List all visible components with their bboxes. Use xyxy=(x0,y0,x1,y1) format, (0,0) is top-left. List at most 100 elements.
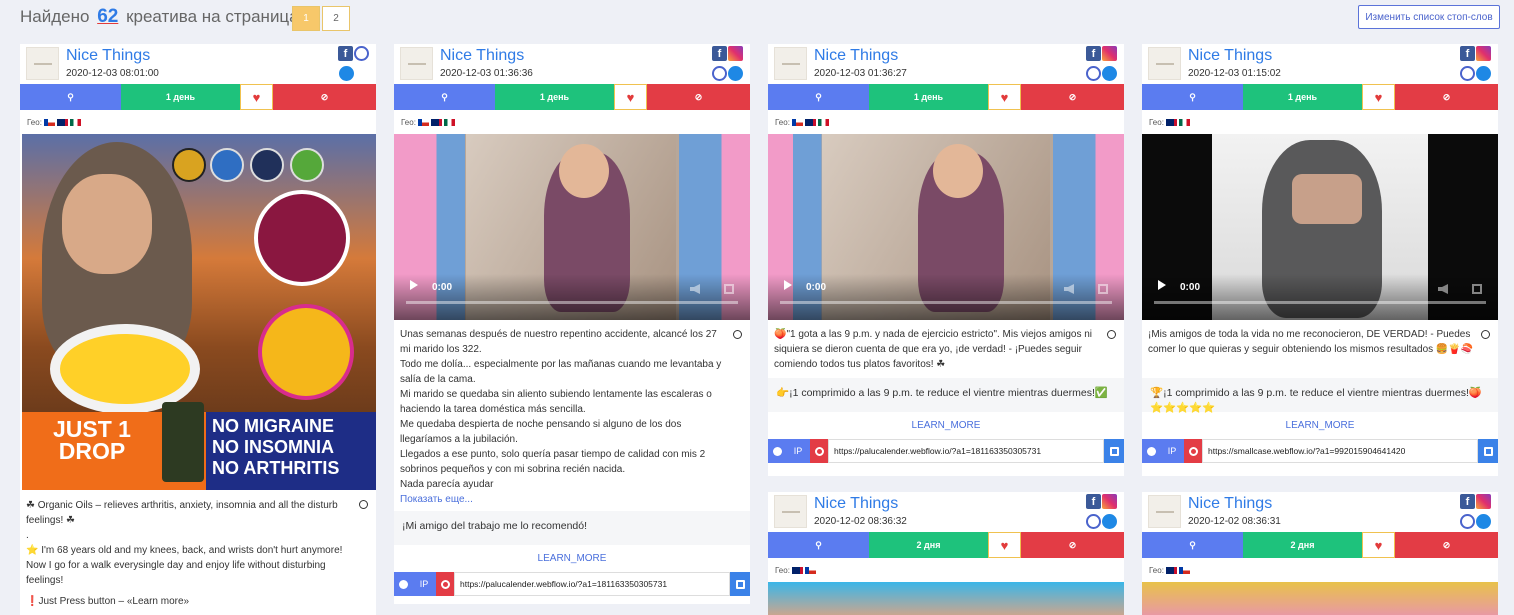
block-domain-button[interactable] xyxy=(436,572,454,596)
open-link-button[interactable] xyxy=(730,572,750,596)
australia-flag-icon xyxy=(430,118,442,126)
page-button-1[interactable]: 1 xyxy=(292,6,320,31)
block-icon: ⊘ xyxy=(1442,539,1451,550)
video-progress[interactable] xyxy=(1154,301,1486,304)
geo-label: Гео: xyxy=(775,117,790,127)
landing-url[interactable]: https://palucalender.webflow.io/?a1=1811… xyxy=(454,572,730,596)
edit-stopwords-button[interactable]: Изменить список стоп-слов xyxy=(1358,5,1500,29)
found-suffix: креатива на страницах: xyxy=(126,7,312,26)
search-button[interactable]: ⚲ xyxy=(1142,532,1243,558)
ad-headline-line2: DROP xyxy=(58,438,126,464)
ad-headline-line1: JUST 1 xyxy=(53,416,131,442)
block-button[interactable]: ⊘ xyxy=(1395,532,1498,558)
open-link-button[interactable] xyxy=(1478,439,1498,463)
block-button[interactable]: ⊘ xyxy=(1021,84,1124,110)
block-button[interactable]: ⊘ xyxy=(1021,532,1124,558)
page-logo[interactable] xyxy=(400,47,433,80)
search-button[interactable]: ⚲ xyxy=(768,532,869,558)
page-name[interactable]: Nice Things xyxy=(814,47,898,65)
geo-row: Гео: xyxy=(1142,110,1498,134)
page-logo[interactable] xyxy=(1148,495,1181,528)
facebook-icon: f xyxy=(1460,494,1475,509)
geo-row: Гео: xyxy=(394,110,750,134)
ad-image[interactable]: JUST 1 DROP NO MIGRAINE NO INSOMNIA NO A… xyxy=(22,134,376,490)
globe-icon xyxy=(772,446,782,456)
page-button-2[interactable]: 2 xyxy=(322,6,350,31)
page-logo[interactable] xyxy=(26,47,59,80)
favorite-button[interactable]: ♥ xyxy=(1362,532,1395,558)
globe-icon[interactable] xyxy=(733,330,742,339)
page-name[interactable]: Nice Things xyxy=(1188,47,1272,65)
block-button[interactable]: ⊘ xyxy=(1395,84,1498,110)
messenger-icon xyxy=(339,66,354,81)
open-globe-button[interactable] xyxy=(394,572,412,596)
card-actions: ⚲ 1 день ♥ ⊘ xyxy=(394,84,750,110)
fullscreen-icon[interactable] xyxy=(724,284,734,294)
open-globe-button[interactable] xyxy=(1142,439,1160,463)
ip-button[interactable]: IP xyxy=(786,439,810,463)
found-prefix: Найдено xyxy=(20,7,90,26)
page-logo[interactable] xyxy=(774,47,807,80)
globe-icon[interactable] xyxy=(1107,330,1116,339)
play-icon[interactable] xyxy=(784,280,792,290)
block-domain-button[interactable] xyxy=(810,439,828,463)
open-globe-button[interactable] xyxy=(768,439,786,463)
page-logo[interactable] xyxy=(774,495,807,528)
play-icon[interactable] xyxy=(410,280,418,290)
chile-flag-icon xyxy=(804,566,816,574)
ad-benefit-3: NO ARTHRITIS xyxy=(212,458,340,478)
landing-url[interactable]: https://palucalender.webflow.io/?a1=1811… xyxy=(828,439,1104,463)
search-icon: ⚲ xyxy=(1189,539,1196,550)
ad-caption: ¡Mi amigo del trabajo me lo recomendó! xyxy=(394,511,750,545)
ip-button[interactable]: IP xyxy=(1160,439,1184,463)
ad-image[interactable] xyxy=(1142,582,1498,615)
video-progress[interactable] xyxy=(406,301,738,304)
page-name[interactable]: Nice Things xyxy=(814,495,898,513)
audience-network-icon xyxy=(712,66,727,81)
page-name[interactable]: Nice Things xyxy=(66,47,150,65)
fullscreen-icon[interactable] xyxy=(1098,284,1108,294)
block-button[interactable]: ⊘ xyxy=(647,84,750,110)
favorite-button[interactable]: ♥ xyxy=(1362,84,1395,110)
ad-image[interactable] xyxy=(768,582,1124,615)
block-domain-button[interactable] xyxy=(1184,439,1202,463)
video-controls xyxy=(1142,274,1498,320)
search-button[interactable]: ⚲ xyxy=(768,84,869,110)
facebook-icon: f xyxy=(1086,46,1101,61)
search-button[interactable]: ⚲ xyxy=(20,84,121,110)
search-button[interactable]: ⚲ xyxy=(1142,84,1243,110)
page-logo[interactable] xyxy=(1148,47,1181,80)
page-name[interactable]: Nice Things xyxy=(1188,495,1272,513)
fullscreen-icon[interactable] xyxy=(1472,284,1482,294)
messenger-icon xyxy=(728,66,743,81)
ad-video[interactable]: 0:00 xyxy=(768,134,1124,320)
ad-video[interactable]: 0:00 xyxy=(1142,134,1498,320)
favorite-button[interactable]: ♥ xyxy=(988,532,1021,558)
australia-flag-icon xyxy=(804,118,816,126)
favorite-button[interactable]: ♥ xyxy=(988,84,1021,110)
block-button[interactable]: ⊘ xyxy=(273,84,376,110)
favorite-button[interactable]: ♥ xyxy=(614,84,647,110)
cta-label: LEARN_MORE xyxy=(1285,420,1355,431)
ip-button[interactable]: IP xyxy=(412,572,436,596)
ad-benefits: NO MIGRAINE NO INSOMNIA NO ARTHRITIS xyxy=(212,416,339,479)
globe-icon[interactable] xyxy=(1481,330,1490,339)
ad-video[interactable]: 0:00 xyxy=(394,134,750,320)
platform-icons: f xyxy=(1458,46,1492,82)
audience-network-icon xyxy=(1086,66,1101,81)
landing-url[interactable]: https://smallcase.webflow.io/?a1=9920159… xyxy=(1202,439,1478,463)
page-name[interactable]: Nice Things xyxy=(440,47,524,65)
search-button[interactable]: ⚲ xyxy=(394,84,495,110)
ad-card: Nice Things 2020-12-03 01:15:02 f ⚲ 1 де… xyxy=(1142,44,1498,476)
video-progress[interactable] xyxy=(780,301,1112,304)
video-time: 0:00 xyxy=(432,282,453,293)
chile-flag-icon xyxy=(417,118,429,126)
globe-icon[interactable] xyxy=(359,500,368,509)
ad-text-line: . xyxy=(26,530,29,541)
show-more-link[interactable]: Показать еще... xyxy=(394,492,750,507)
play-icon[interactable] xyxy=(1158,280,1166,290)
open-link-button[interactable] xyxy=(1104,439,1124,463)
favorite-button[interactable]: ♥ xyxy=(240,84,273,110)
card-actions: ⚲ 2 дня ♥ ⊘ xyxy=(1142,532,1498,558)
card-header: Nice Things 2020-12-02 08:36:31 f xyxy=(1142,492,1498,532)
